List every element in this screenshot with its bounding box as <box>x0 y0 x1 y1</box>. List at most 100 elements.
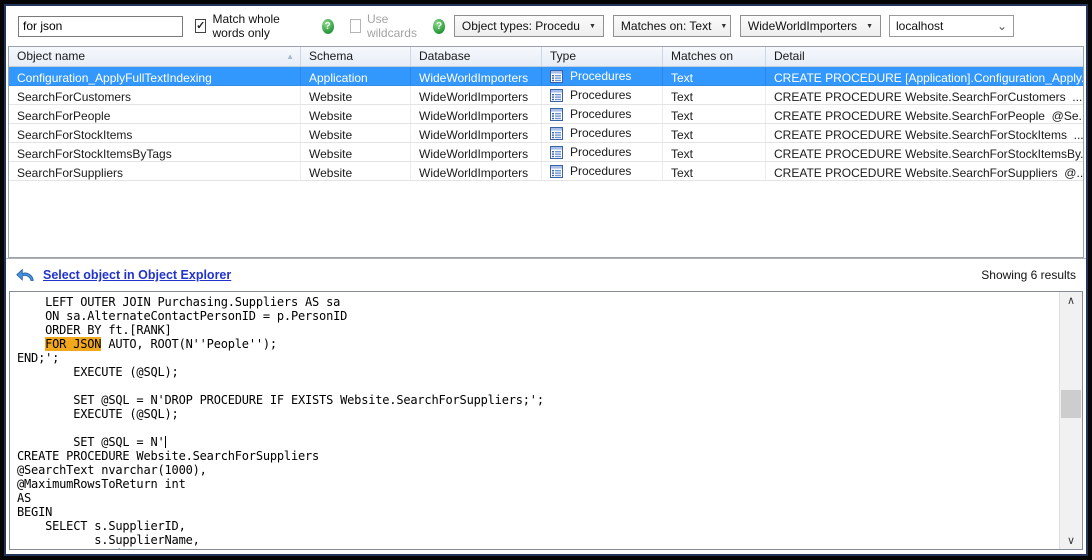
help-icon[interactable]: ? <box>433 18 445 34</box>
type-label: Procedures <box>570 164 632 178</box>
code-preview: LEFT OUTER JOIN Purchasing.Suppliers AS … <box>9 291 1083 550</box>
scroll-down-icon[interactable]: ∨ <box>1060 532 1082 549</box>
cell-matches-on: Text <box>663 105 766 123</box>
table-row[interactable]: SearchForCustomers Website WideWorldImpo… <box>9 86 1083 105</box>
cell-type: Procedures <box>542 86 663 104</box>
server-combobox[interactable]: localhost ⌄ <box>889 15 1014 37</box>
code-line: s.SupplierName, <box>17 533 200 547</box>
sort-ascending-icon: ▲ <box>286 52 294 61</box>
column-header-type[interactable]: Type <box>542 47 663 66</box>
scrollbar-thumb[interactable] <box>1061 389 1081 418</box>
dropdown-arrow-icon: ▼ <box>866 22 873 30</box>
cell-matches-on: Text <box>663 162 766 180</box>
cell-detail: CREATE PROCEDURE Website.SearchForStockI… <box>774 147 1083 161</box>
procedure-icon <box>550 164 563 178</box>
use-wildcards-label: Use wildcards <box>366 12 417 40</box>
cell-schema: Website <box>301 143 411 161</box>
checkbox-icon[interactable] <box>349 19 361 33</box>
code-line: SET @SQL = N'DROP PROCEDURE IF EXISTS We… <box>17 393 544 407</box>
match-whole-words-checkbox[interactable]: ✓ Match whole words only ? <box>195 12 334 40</box>
type-label: Procedures <box>570 69 632 83</box>
match-whole-words-label: Match whole words only <box>212 12 280 40</box>
table-row[interactable]: Configuration_ApplyFullTextIndexing Appl… <box>9 67 1083 86</box>
results-empty-area <box>9 181 1083 257</box>
window: ✓ Match whole words only ? Use wildcards… <box>0 0 1092 560</box>
results-grid: Object name ▲ Schema Database Type Match… <box>8 46 1084 258</box>
cell-matches-on: Text <box>663 124 766 142</box>
code-line: c.CityName, <box>17 547 1059 549</box>
column-header-database[interactable]: Database <box>411 47 542 66</box>
matches-on-label: Matches on: Text <box>620 19 712 33</box>
code-line: EXECUTE (@SQL); <box>17 365 179 379</box>
cell-detail: CREATE PROCEDURE Website.SearchForSuppli… <box>774 166 1083 180</box>
cell-object-name: SearchForPeople <box>9 105 301 123</box>
dropdown-arrow-icon: ▼ <box>588 22 596 30</box>
procedure-icon <box>550 145 563 159</box>
cell-matches-on: Text <box>663 67 766 85</box>
cell-detail: CREATE PROCEDURE Website.SearchForStockI… <box>774 128 1083 142</box>
cell-detail: CREATE PROCEDURE Website.SearchForCustom… <box>774 90 1083 104</box>
cell-matches-on: Text <box>663 86 766 104</box>
cell-schema: Application <box>301 67 411 85</box>
results-grid-header: Object name ▲ Schema Database Type Match… <box>9 47 1083 67</box>
sql-search-window: ✓ Match whole words only ? Use wildcards… <box>4 4 1088 556</box>
code-line: ON sa.AlternateContactPersonID = p.Perso… <box>17 309 348 323</box>
server-label: localhost <box>896 19 944 33</box>
code-line: SELECT s.SupplierID, <box>17 519 186 533</box>
code-pane[interactable]: LEFT OUTER JOIN Purchasing.Suppliers AS … <box>10 292 1059 549</box>
cell-database: WideWorldImporters <box>411 162 542 180</box>
results-body: Configuration_ApplyFullTextIndexing Appl… <box>9 67 1083 181</box>
cell-schema: Website <box>301 105 411 123</box>
column-header-detail[interactable]: Detail <box>766 47 1083 66</box>
code-line: AS <box>17 491 32 505</box>
cell-database: WideWorldImporters <box>411 143 542 161</box>
text-caret <box>164 436 166 448</box>
cell-type: Procedures <box>542 67 663 85</box>
table-row[interactable]: SearchForStockItems Website WideWorldImp… <box>9 124 1083 143</box>
cell-database: WideWorldImporters <box>411 86 542 104</box>
checkbox-icon[interactable]: ✓ <box>195 19 207 33</box>
matches-on-dropdown[interactable]: Matches on: Text ▼ <box>612 15 731 37</box>
use-wildcards-checkbox[interactable]: Use wildcards ? <box>349 12 445 40</box>
action-bar: Select object in Object Explorer Showing… <box>6 258 1086 291</box>
database-dropdown[interactable]: WideWorldImporters ▼ <box>739 15 881 37</box>
type-label: Procedures <box>570 126 632 140</box>
search-input[interactable] <box>18 15 183 37</box>
cell-schema: Website <box>301 86 411 104</box>
select-object-arrow-icon <box>16 268 34 281</box>
cell-database: WideWorldImporters <box>411 124 542 142</box>
vertical-scrollbar[interactable]: ∧ ∨ <box>1059 292 1082 549</box>
cell-object-name: SearchForStockItems <box>9 124 301 142</box>
code-line: END;'; <box>17 351 60 365</box>
cell-detail: CREATE PROCEDURE Website.SearchForPeople… <box>774 109 1083 123</box>
procedure-icon <box>550 126 563 140</box>
table-row[interactable]: SearchForStockItemsByTags Website WideWo… <box>9 143 1083 162</box>
code-line: EXECUTE (@SQL); <box>17 407 179 421</box>
cell-schema: Website <box>301 162 411 180</box>
object-types-label: Object types: Procedu <box>461 19 580 33</box>
procedure-icon <box>550 88 563 102</box>
dropdown-arrow-icon: ▼ <box>720 22 728 30</box>
search-toolbar: ✓ Match whole words only ? Use wildcards… <box>6 6 1086 46</box>
select-object-link[interactable]: Select object in Object Explorer <box>43 268 231 282</box>
help-icon[interactable]: ? <box>321 18 334 34</box>
scroll-up-icon[interactable]: ∧ <box>1060 292 1082 309</box>
code-line: BEGIN <box>17 505 53 519</box>
column-header-schema[interactable]: Schema <box>301 47 411 66</box>
cell-type: Procedures <box>542 162 663 180</box>
cell-object-name: SearchForSuppliers <box>9 162 301 180</box>
column-header-matches-on[interactable]: Matches on <box>663 47 766 66</box>
table-row[interactable]: SearchForPeople Website WideWorldImporte… <box>9 105 1083 124</box>
type-label: Procedures <box>570 145 632 159</box>
database-label: WideWorldImporters <box>747 19 858 33</box>
table-row[interactable]: SearchForSuppliers Website WideWorldImpo… <box>9 162 1083 181</box>
code-line: @SearchText nvarchar(1000), <box>17 463 207 477</box>
column-header-object-name[interactable]: Object name ▲ <box>9 47 301 66</box>
code-line: LEFT OUTER JOIN Purchasing.Suppliers AS … <box>17 295 341 309</box>
chevron-down-icon: ⌄ <box>996 18 1007 33</box>
cell-type: Procedures <box>542 143 663 161</box>
object-types-dropdown[interactable]: Object types: Procedu ▼ <box>453 15 604 37</box>
cell-object-name: Configuration_ApplyFullTextIndexing <box>9 67 301 85</box>
